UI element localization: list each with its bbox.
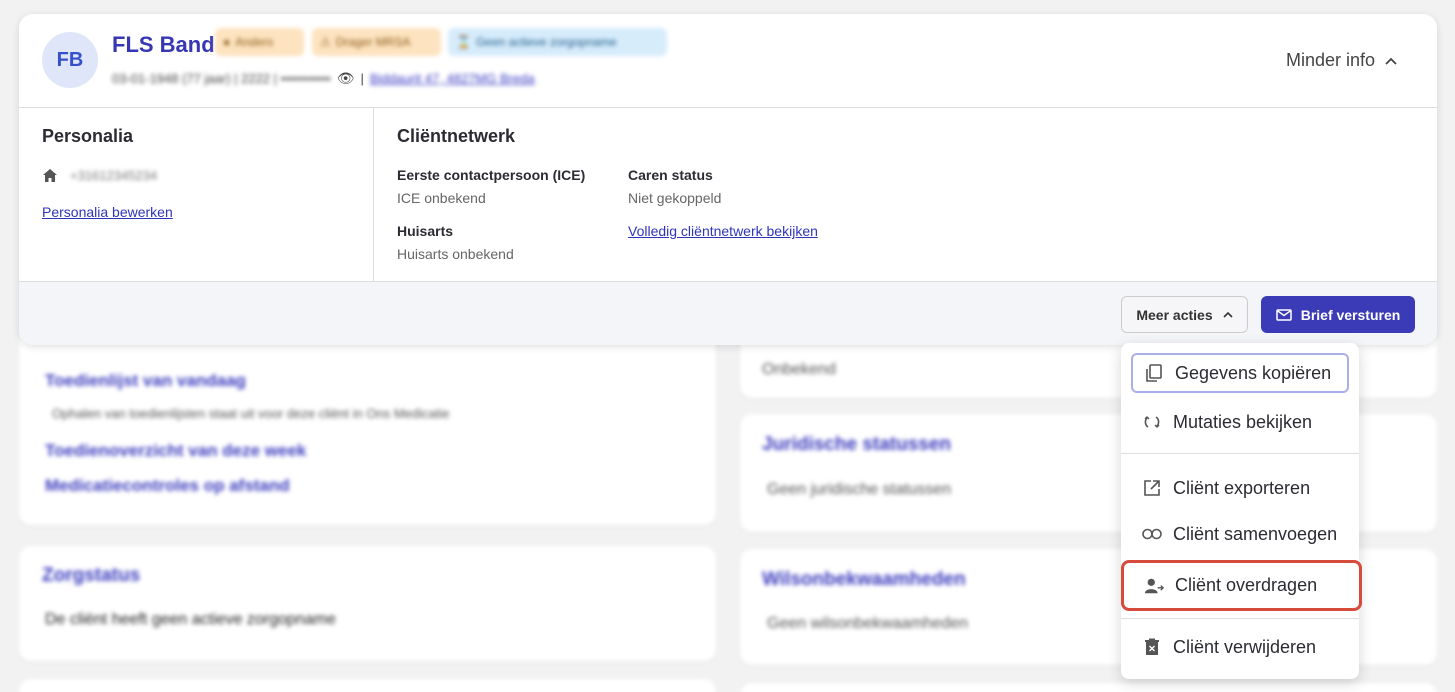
badge-label: Geen actieve zorgopname	[475, 35, 617, 49]
minder-info-label: Minder info	[1285, 50, 1375, 70]
menu-item-client-overdragen[interactable]: Cliënt overdragen	[1121, 560, 1362, 611]
section-divider	[373, 107, 374, 281]
header-divider	[19, 107, 1437, 108]
actions-footer: Meer acties Brief versturen	[19, 281, 1437, 345]
badge-zorgopname: ⌛ Geen actieve zorgopname	[448, 28, 667, 56]
ice-value: ICE onbekend	[397, 190, 486, 206]
phone-row: +31612345234	[42, 168, 157, 183]
menu-item-label: Cliënt overdragen	[1175, 575, 1318, 595]
juridische-title[interactable]: Juridische statussen	[762, 434, 951, 456]
sync-icon	[1142, 412, 1162, 432]
menu-separator	[1121, 618, 1359, 619]
meta-separator: |	[360, 71, 364, 86]
zorgstatus-info: De cliënt heeft geen actieve zorgopname	[45, 611, 336, 628]
menu-item-client-exporteren[interactable]: Cliënt exporteren	[1131, 468, 1349, 508]
huisarts-label: Huisarts	[397, 223, 454, 239]
client-meta-text: 03-01-1948 (77 jaar) | 2222 | ••••••••••…	[112, 71, 331, 86]
client-name: FLS Band	[112, 32, 215, 57]
hourglass-icon: ⌛	[456, 35, 471, 49]
juridische-info: Geen juridische statussen	[767, 481, 952, 498]
medicatiecontroles-link[interactable]: Medicatiecontroles op afstand	[45, 476, 290, 496]
chevron-up-icon	[1385, 57, 1397, 65]
brief-versturen-button[interactable]: Brief versturen	[1261, 296, 1415, 333]
netwerk-full-link[interactable]: Volledig cliëntnetwerk bekijken	[628, 223, 818, 239]
external-link-icon	[1142, 478, 1162, 498]
zorgstatus-title[interactable]: Zorgstatus	[42, 565, 140, 587]
huisarts-value: Huisarts onbekend	[397, 246, 514, 262]
badge-label: Drager MRSA	[335, 35, 411, 49]
badge-mrsa: ⚠ Drager MRSA	[312, 28, 441, 56]
menu-item-client-samenvoegen[interactable]: Cliënt samenvoegen	[1131, 514, 1349, 554]
zorgstatus-card	[19, 546, 716, 661]
meer-acties-menu: Gegevens kopiëren Mutaties bekijken Clië…	[1121, 343, 1362, 679]
bottom-card-right	[740, 683, 1437, 692]
menu-item-label: Cliënt samenvoegen	[1173, 523, 1338, 544]
eye-icon[interactable]: 👁	[337, 70, 355, 87]
personalia-title: Personalia	[42, 126, 134, 146]
menu-item-label: Mutaties bekijken	[1173, 411, 1313, 432]
client-address-link[interactable]: Biddaurit 47, 4827MG Breda	[370, 71, 535, 86]
menu-item-label: Cliënt exporteren	[1173, 477, 1311, 498]
person-transfer-icon	[1144, 576, 1164, 596]
warning-icon: ⚠	[320, 35, 331, 49]
meer-acties-label: Meer acties	[1136, 306, 1213, 323]
paw-icon: ●	[223, 35, 231, 49]
wilsonbekwaam-title[interactable]: Wilsonbekwaamheden	[762, 569, 966, 591]
wilsonbekwaam-info: Geen wilsonbekwaamheden	[767, 615, 969, 632]
home-icon	[43, 169, 57, 182]
ice-label: Eerste contactpersoon (ICE)	[397, 167, 586, 183]
client-meta: 03-01-1948 (77 jaar) | 2222 | ••••••••••…	[112, 70, 535, 87]
badge-anders: ● Anders	[215, 28, 304, 56]
menu-item-label: Gegevens kopiëren	[1175, 362, 1332, 383]
minder-info-toggle[interactable]: Minder info	[1286, 50, 1397, 71]
caren-label: Caren status	[628, 167, 713, 183]
unknown-text: Onbekend	[762, 361, 836, 378]
client-header-card: FB FLS Band ● Anders ⚠ Drager MRSA ⌛ Gee…	[19, 14, 1437, 345]
trash-icon	[1142, 637, 1162, 657]
netwerk-title: Cliëntnetwerk	[397, 126, 516, 146]
phone-number: +31612345234	[70, 168, 158, 183]
brief-versturen-label: Brief versturen	[1300, 306, 1401, 323]
personalia-edit-link[interactable]: Personalia bewerken	[42, 204, 173, 220]
toedienlijst-link[interactable]: Toedienlijst van vandaag	[45, 371, 246, 391]
bottom-card-left	[19, 679, 716, 692]
menu-separator	[1121, 453, 1359, 454]
chevron-up-icon	[1223, 311, 1233, 318]
toedienlijst-info: Ophalen van toedienlijsten staat uit voo…	[52, 406, 450, 421]
menu-item-label: Cliënt verwijderen	[1173, 636, 1317, 657]
menu-item-mutaties-bekijken[interactable]: Mutaties bekijken	[1131, 402, 1349, 442]
menu-item-client-verwijderen[interactable]: Cliënt verwijderen	[1131, 627, 1349, 667]
meer-acties-button[interactable]: Meer acties	[1121, 296, 1248, 333]
menu-item-gegevens-kopieren[interactable]: Gegevens kopiëren	[1131, 353, 1349, 393]
copy-icon	[1144, 363, 1164, 383]
link-icon	[1142, 524, 1162, 544]
avatar: FB	[42, 32, 98, 88]
badge-label: Anders	[235, 35, 274, 49]
mail-icon	[1275, 308, 1292, 321]
toedienoverzicht-link[interactable]: Toedienoverzicht van deze week	[45, 441, 306, 461]
caren-value: Niet gekoppeld	[628, 190, 722, 206]
